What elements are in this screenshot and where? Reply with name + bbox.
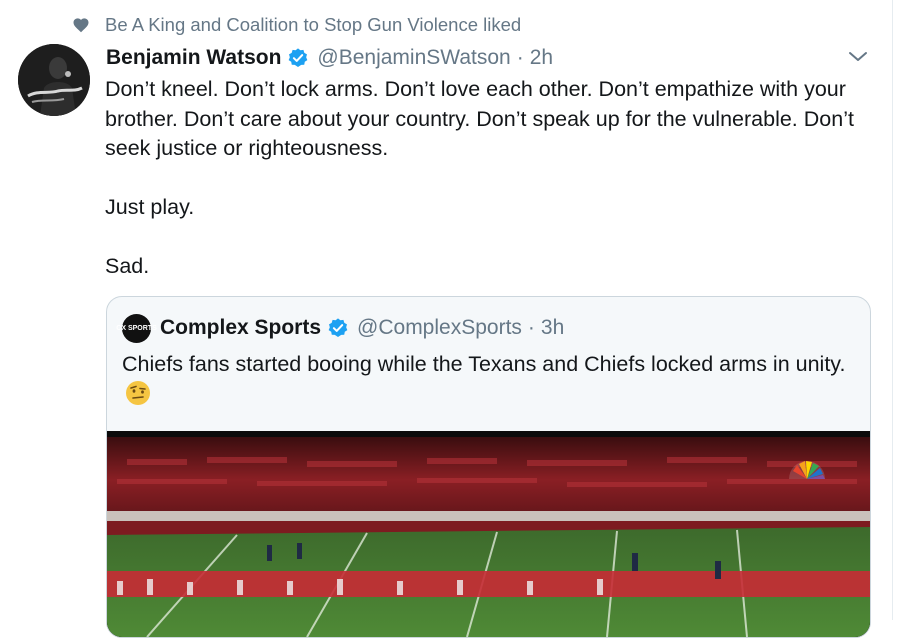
tweet-text: Don’t kneel. Don’t lock arms. Don’t love… — [105, 75, 865, 282]
tweet-timestamp[interactable]: 2h — [530, 46, 553, 70]
quoted-tweet-body: Chiefs fans started booing while the Tex… — [122, 352, 846, 376]
tweet-header: Benjamin Watson @BenjaminSWatson · 2h — [106, 41, 553, 75]
quoted-author-handle[interactable]: @ComplexSports — [357, 316, 522, 340]
quoted-tweet-header: CX SPORTS Complex Sports @ComplexSports … — [116, 311, 564, 345]
social-context-text[interactable]: Be A King and Coalition to Stop Gun Viol… — [105, 14, 521, 36]
timeline-border — [892, 0, 893, 620]
chevron-down-icon[interactable] — [846, 47, 870, 67]
separator-dot: · — [527, 316, 535, 339]
avatar[interactable] — [18, 44, 90, 116]
quoted-author-name[interactable]: Complex Sports — [160, 316, 321, 340]
heart-icon — [72, 16, 90, 34]
quoted-tweet[interactable]: CX SPORTS Complex Sports @ComplexSports … — [106, 296, 871, 638]
separator-dot: · — [516, 46, 524, 69]
verified-badge-icon — [327, 317, 349, 339]
tweet-paragraph: Don’t kneel. Don’t lock arms. Don’t love… — [105, 77, 854, 160]
raised-eyebrow-emoji-icon — [125, 380, 151, 406]
tweet-paragraph: Just play. — [105, 195, 195, 219]
social-context: Be A King and Coalition to Stop Gun Viol… — [72, 11, 521, 39]
tweet-paragraph: Sad. — [105, 254, 150, 278]
quoted-tweet-timestamp[interactable]: 3h — [541, 316, 564, 340]
author-handle[interactable]: @BenjaminSWatson — [317, 46, 510, 70]
video-thumbnail[interactable] — [107, 431, 870, 637]
quoted-tweet-text: Chiefs fans started booing while the Tex… — [122, 349, 852, 409]
complex-sports-logo: CX SPORTS — [116, 313, 157, 343]
verified-badge-icon — [287, 47, 309, 69]
author-name[interactable]: Benjamin Watson — [106, 46, 281, 70]
